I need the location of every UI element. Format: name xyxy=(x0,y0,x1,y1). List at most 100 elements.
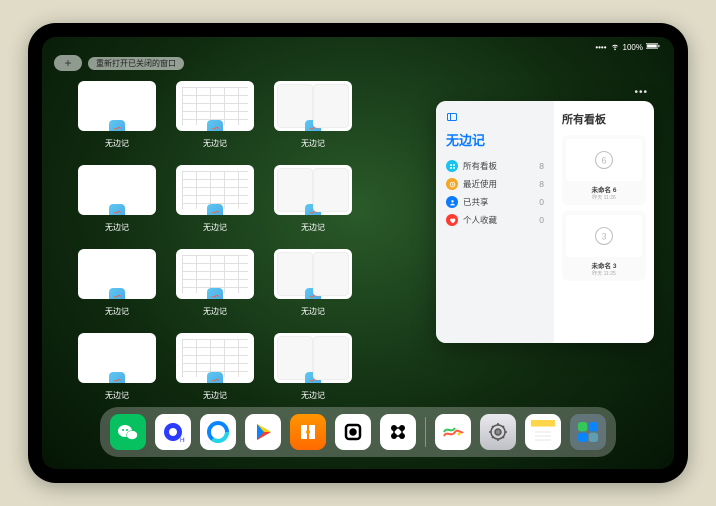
plus-icon: + xyxy=(64,56,71,70)
board-name: 未命名 3 xyxy=(592,260,617,270)
play-app-icon[interactable] xyxy=(245,414,281,450)
thumbnail-label: 无边记 xyxy=(105,138,129,149)
quark-app-icon[interactable]: HD xyxy=(155,414,191,450)
thumbnail-label: 无边记 xyxy=(105,390,129,401)
freeform-app-icon xyxy=(305,372,321,383)
app-window-thumbnail[interactable]: 无边记 xyxy=(176,81,254,149)
freeform-app-icon xyxy=(109,204,125,215)
screen: •••• 100% + 重新打开已关闭的窗口 无边记无边记无边记无边记无边记无边… xyxy=(42,37,674,469)
other-app-icon[interactable] xyxy=(335,414,371,450)
thumbnail-preview xyxy=(78,249,156,299)
thumbnail-preview xyxy=(274,249,352,299)
thumbnail-preview xyxy=(274,333,352,383)
svg-text:HD: HD xyxy=(180,438,185,444)
thumbnail-label: 无边记 xyxy=(105,306,129,317)
freeform-panel: 无边记 所有看板8最近使用8已共享0个人收藏0 所有看板 6未命名 6昨天 11… xyxy=(436,101,654,343)
app-window-thumbnail[interactable]: 无边记 xyxy=(78,249,156,317)
app-window-thumbnail[interactable]: 无边记 xyxy=(274,333,352,401)
app-window-thumbnail[interactable]: 无边记 xyxy=(274,249,352,317)
panel-main: 所有看板 6 未命名 6昨天 11:26 3 未命名 3昨天 11:25 xyxy=(554,101,654,343)
sidebar-item-label: 个人收藏 xyxy=(463,214,497,226)
dock-apps: HD xyxy=(110,414,416,450)
reopen-label: 重新打开已关闭的窗口 xyxy=(96,59,176,68)
app-switcher-grid: 无边记无边记无边记无边记无边记无边记无边记无边记无边记无边记无边记无边记 xyxy=(78,81,352,401)
sidebar-item-count: 0 xyxy=(539,197,544,207)
battery-label: 100% xyxy=(623,43,643,52)
board-timestamp: 昨天 11:26 xyxy=(592,194,616,201)
freeform-app-icon xyxy=(305,288,321,299)
thumbnail-label: 无边记 xyxy=(105,222,129,233)
wifi-icon xyxy=(610,41,620,53)
thumbnail-label: 无边记 xyxy=(301,222,325,233)
thumbnail-preview xyxy=(176,81,254,131)
wechat-app-icon[interactable] xyxy=(110,414,146,450)
freeform-app-icon xyxy=(207,204,223,215)
thumbnail-preview xyxy=(176,249,254,299)
sidebar-item-label: 已共享 xyxy=(463,196,489,208)
app-window-thumbnail[interactable]: 无边记 xyxy=(274,165,352,233)
panel-sidebar: 无边记 所有看板 8 最近使用 8 已共享 0 个人收藏0 xyxy=(436,101,554,343)
grid-icon xyxy=(446,160,458,172)
books-app-icon[interactable] xyxy=(290,414,326,450)
app-window-thumbnail[interactable]: 无边记 xyxy=(78,333,156,401)
freeform-app-icon xyxy=(109,120,125,131)
freeform-app-icon[interactable] xyxy=(435,414,471,450)
app-window-thumbnail[interactable]: 无边记 xyxy=(78,165,156,233)
sidebar-item-label: 最近使用 xyxy=(463,178,497,190)
notes-app-icon[interactable] xyxy=(525,414,561,450)
sidebar-item-count: 8 xyxy=(539,161,544,171)
sidebar-toggle-icon[interactable] xyxy=(446,111,546,126)
panel-main-title: 所有看板 xyxy=(562,111,646,127)
app-library-app-icon[interactable] xyxy=(570,414,606,450)
thumbnail-preview xyxy=(274,165,352,215)
sidebar-item-count: 8 xyxy=(539,179,544,189)
heart-icon xyxy=(446,214,458,226)
thumbnail-label: 无边记 xyxy=(203,390,227,401)
reopen-chip[interactable]: 重新打开已关闭的窗口 xyxy=(88,57,184,70)
freeform-app-icon xyxy=(109,372,125,383)
freeform-app-icon xyxy=(109,288,125,299)
thumbnail-preview xyxy=(176,333,254,383)
thumbnail-label: 无边记 xyxy=(203,222,227,233)
sidebar-item-clock[interactable]: 最近使用 8 xyxy=(444,175,546,193)
sidebar-item-grid[interactable]: 所有看板 8 xyxy=(444,157,546,175)
thumbnail-label: 无边记 xyxy=(301,306,325,317)
thumbnail-label: 无边记 xyxy=(301,390,325,401)
ipad-frame: •••• 100% + 重新打开已关闭的窗口 无边记无边记无边记无边记无边记无边… xyxy=(28,23,688,483)
settings-app-icon[interactable] xyxy=(480,414,516,450)
app-window-thumbnail[interactable]: 无边记 xyxy=(78,81,156,149)
thumbnail-preview xyxy=(78,81,156,131)
svg-text:6: 6 xyxy=(601,155,606,165)
thumbnail-preview xyxy=(176,165,254,215)
thumbnail-label: 无边记 xyxy=(203,138,227,149)
app-window-thumbnail[interactable]: 无边记 xyxy=(176,249,254,317)
sidebar-item-person[interactable]: 已共享 0 xyxy=(444,193,546,211)
freeform-app-icon xyxy=(305,120,321,131)
dock-recent xyxy=(435,414,606,450)
sidebar-title: 无边记 xyxy=(446,130,544,149)
sidebar-item-heart[interactable]: 个人收藏0 xyxy=(444,211,546,229)
panel-menu-icon[interactable]: ••• xyxy=(634,87,648,98)
add-button[interactable]: + xyxy=(54,55,82,71)
app-window-thumbnail[interactable]: 无边记 xyxy=(176,333,254,401)
board-timestamp: 昨天 11:25 xyxy=(592,270,616,277)
app-window-thumbnail[interactable]: 无边记 xyxy=(274,81,352,149)
thumbnail-preview xyxy=(78,333,156,383)
status-bar: •••• 100% xyxy=(595,41,660,53)
battery-icon xyxy=(646,42,660,52)
board-card[interactable]: 3 未命名 3昨天 11:25 xyxy=(562,211,646,281)
boards-list: 6 未命名 6昨天 11:26 3 未命名 3昨天 11:25 xyxy=(562,135,646,281)
freeform-app-icon xyxy=(305,204,321,215)
freeform-app-icon xyxy=(207,120,223,131)
sidebar-item-label: 所有看板 xyxy=(463,160,497,172)
scan-app-icon[interactable] xyxy=(380,414,416,450)
svg-text:3: 3 xyxy=(601,231,606,241)
signal-icon: •••• xyxy=(595,43,606,52)
board-preview: 3 xyxy=(566,215,642,257)
dock-separator xyxy=(425,417,426,447)
board-card[interactable]: 6 未命名 6昨天 11:26 xyxy=(562,135,646,205)
qqbrowser-app-icon[interactable] xyxy=(200,414,236,450)
board-name: 未命名 6 xyxy=(592,184,617,194)
app-window-thumbnail[interactable]: 无边记 xyxy=(176,165,254,233)
board-preview: 6 xyxy=(566,139,642,181)
